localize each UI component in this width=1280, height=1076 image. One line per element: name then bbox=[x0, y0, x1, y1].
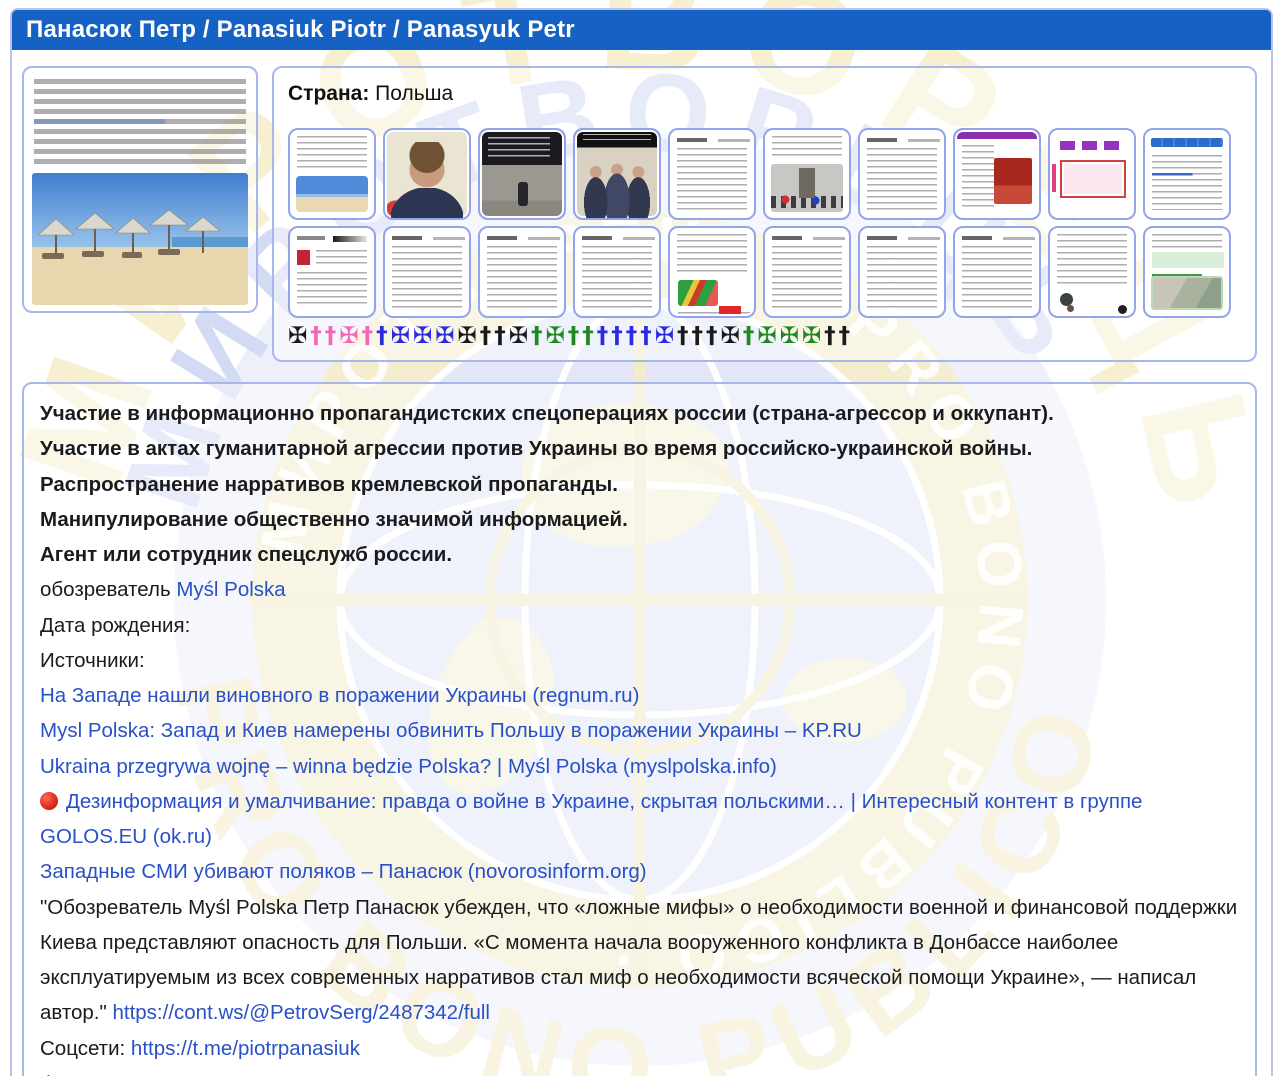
accusation-line: Распространение нарративов кремлевской п… bbox=[40, 467, 1239, 502]
evidence-cross-icon[interactable]: † bbox=[480, 323, 495, 349]
evidence-cross-icon[interactable]: ✠ bbox=[339, 323, 361, 349]
evidence-cross-icon[interactable]: † bbox=[568, 323, 583, 349]
country-card: Страна: Польша ✠††✠††✠✠✠✠††✠†✠††††††✠†††… bbox=[272, 66, 1257, 362]
thumbnail-regnum-article[interactable] bbox=[953, 128, 1041, 220]
evidence-cross-icon[interactable]: ✠ bbox=[757, 323, 779, 349]
profile-frame: Панасюк Петр / Panasiuk Piotr / Panasyuk… bbox=[10, 8, 1273, 1076]
evidence-cross-icon[interactable]: ✠ bbox=[802, 323, 824, 349]
country-value: Польша bbox=[375, 82, 453, 105]
top-row: Страна: Польша ✠††✠††✠✠✠✠††✠†✠††††††✠†††… bbox=[12, 50, 1271, 362]
thumbnail-sources-list[interactable] bbox=[858, 128, 946, 220]
accusation-line: Участие в информационно пропагандистских… bbox=[40, 396, 1239, 431]
evidence-cross-icon[interactable]: † bbox=[692, 323, 707, 349]
accusation-line: Агент или сотрудник спецслужб россии. bbox=[40, 537, 1239, 572]
thumbnail-article-text-2[interactable] bbox=[478, 226, 566, 318]
thumbnail-blue-site-article[interactable] bbox=[1143, 128, 1231, 220]
evidence-cross-icon[interactable]: † bbox=[677, 323, 692, 349]
source-link[interactable]: Ukraina przegrywa wojnę – winna będzie P… bbox=[40, 755, 777, 778]
evidence-photo-card[interactable] bbox=[22, 66, 258, 313]
thumbnail-flags-monument-photo[interactable] bbox=[763, 128, 851, 220]
quote-source-link[interactable]: https://cont.ws/@PetrovSerg/2487342/full bbox=[112, 1001, 490, 1024]
source-link-line: На Западе нашли виновного в поражении Ук… bbox=[40, 678, 1239, 713]
accusations-block: Участие в информационно пропагандистских… bbox=[40, 396, 1239, 572]
evidence-cross-icon[interactable]: † bbox=[325, 323, 340, 349]
sources-label: Источники: bbox=[40, 643, 1239, 678]
evidence-cross-icon[interactable]: ✠ bbox=[545, 323, 567, 349]
beach-photo bbox=[32, 173, 248, 305]
evidence-cross-icon[interactable]: ✠ bbox=[780, 323, 802, 349]
page: МИРОТВОРЕЦЬ МИРОТВОРЕЦЬ МИРОТВОРЕЦЬ · PR… bbox=[0, 0, 1280, 1076]
thumbnail-portrait-photo[interactable] bbox=[383, 128, 471, 220]
thumbnail-ruins-video-post[interactable] bbox=[478, 128, 566, 220]
occupation-line: обозреватель Myśl Polska bbox=[40, 572, 1239, 607]
evidence-cross-icon[interactable]: † bbox=[376, 323, 391, 349]
thumbnail-article-with-map[interactable] bbox=[668, 226, 756, 318]
thumbnail-article-text-6[interactable] bbox=[953, 226, 1041, 318]
thumbnail-green-social-post[interactable] bbox=[1143, 226, 1231, 318]
thumbnail-news-site-article[interactable] bbox=[1048, 128, 1136, 220]
evidence-cross-icon[interactable]: † bbox=[824, 323, 839, 349]
evidence-cross-icon[interactable]: † bbox=[611, 323, 626, 349]
evidence-cross-icon[interactable]: ✠ bbox=[288, 323, 310, 349]
evidence-cross-icon[interactable]: † bbox=[626, 323, 641, 349]
source-links-block: На Западе нашли виновного в поражении Ук… bbox=[40, 678, 1239, 890]
evidence-cross-icon[interactable]: † bbox=[640, 323, 655, 349]
evidence-cross-icon[interactable]: ✠ bbox=[435, 323, 457, 349]
thumbnail-article-text-5[interactable] bbox=[858, 226, 946, 318]
evidence-cross-icon[interactable]: ✠ bbox=[655, 323, 677, 349]
thumbnail-beach-post[interactable] bbox=[288, 128, 376, 220]
source-link[interactable]: Дезинформация и умалчивание: правда о во… bbox=[40, 790, 1142, 848]
accusation-line: Участие в актах гуманитарной агрессии пр… bbox=[40, 431, 1239, 466]
evidence-cross-icon[interactable]: ✠ bbox=[413, 323, 435, 349]
thumbnail-article-text-3[interactable] bbox=[573, 226, 661, 318]
evidence-cross-icon[interactable]: ✠ bbox=[509, 323, 531, 349]
thumbnail-article-text-1[interactable] bbox=[383, 226, 471, 318]
evidence-cross-icon[interactable]: † bbox=[531, 323, 546, 349]
evidence-cross-icon[interactable]: ✠ bbox=[391, 323, 413, 349]
evidence-cross-icon[interactable]: † bbox=[743, 323, 758, 349]
thumbnail-article-dropcap[interactable] bbox=[288, 226, 376, 318]
evidence-cross-icon[interactable]: † bbox=[706, 323, 721, 349]
telegram-link[interactable]: https://t.me/piotrpanasiuk bbox=[131, 1037, 360, 1060]
photo-link[interactable]: фото bbox=[40, 1072, 88, 1076]
evidence-cross-icon[interactable]: † bbox=[362, 323, 377, 349]
evidence-cross-icon[interactable]: ✠ bbox=[721, 323, 743, 349]
red-circle-icon bbox=[40, 792, 58, 810]
occupation-link[interactable]: Myśl Polska bbox=[176, 578, 285, 601]
evidence-cross-icon[interactable]: ✠ bbox=[457, 323, 479, 349]
socials-label: Соцсети: bbox=[40, 1037, 131, 1060]
page-title: Панасюк Петр / Panasiuk Piotr / Panasyuk… bbox=[12, 10, 1271, 50]
socials-line: Соцсети: https://t.me/piotrpanasiuk bbox=[40, 1031, 1239, 1066]
evidence-cross-icon[interactable]: † bbox=[839, 323, 854, 349]
thumbnail-three-officials-photo[interactable] bbox=[573, 128, 661, 220]
source-link-line: Mysl Polska: Запад и Киев намерены обвин… bbox=[40, 713, 1239, 748]
social-post-text-screenshot bbox=[34, 79, 246, 167]
thumbnail-article-text-4[interactable] bbox=[763, 226, 851, 318]
info-card: Участие в информационно пропагандистских… bbox=[22, 382, 1257, 1076]
evidence-cross-icon[interactable]: † bbox=[597, 323, 612, 349]
evidence-marks: ✠††✠††✠✠✠✠††✠†✠††††††✠†††✠†✠✠✠†† bbox=[288, 325, 1241, 348]
source-link-line: Западные СМИ убивают поляков – Панасюк (… bbox=[40, 854, 1239, 889]
evidence-thumbnails bbox=[288, 128, 1241, 318]
source-link-line: Ukraina przegrywa wojnę – winna będzie P… bbox=[40, 749, 1239, 784]
photo-line: фото bbox=[40, 1066, 1239, 1076]
evidence-cross-icon[interactable]: † bbox=[494, 323, 509, 349]
source-link[interactable]: Западные СМИ убивают поляков – Панасюк (… bbox=[40, 860, 647, 883]
occupation-prefix: обозреватель bbox=[40, 578, 176, 601]
evidence-cross-icon[interactable]: † bbox=[310, 323, 325, 349]
quote-paragraph: "Обозреватель Myśl Polska Петр Панасюк у… bbox=[40, 890, 1239, 1031]
birth-date-line: Дата рождения: bbox=[40, 608, 1239, 643]
thumbnail-comments-post[interactable] bbox=[1048, 226, 1136, 318]
evidence-cross-icon[interactable]: † bbox=[582, 323, 597, 349]
accusation-line: Манипулирование общественно значимой инф… bbox=[40, 502, 1239, 537]
source-link[interactable]: Mysl Polska: Запад и Киев намерены обвин… bbox=[40, 719, 862, 742]
country-line: Страна: Польша bbox=[288, 82, 1241, 106]
country-label: Страна: bbox=[288, 82, 369, 105]
source-link-line: Дезинформация и умалчивание: правда о во… bbox=[40, 784, 1239, 855]
thumbnail-text-post[interactable] bbox=[668, 128, 756, 220]
source-link[interactable]: На Западе нашли виновного в поражении Ук… bbox=[40, 684, 639, 707]
